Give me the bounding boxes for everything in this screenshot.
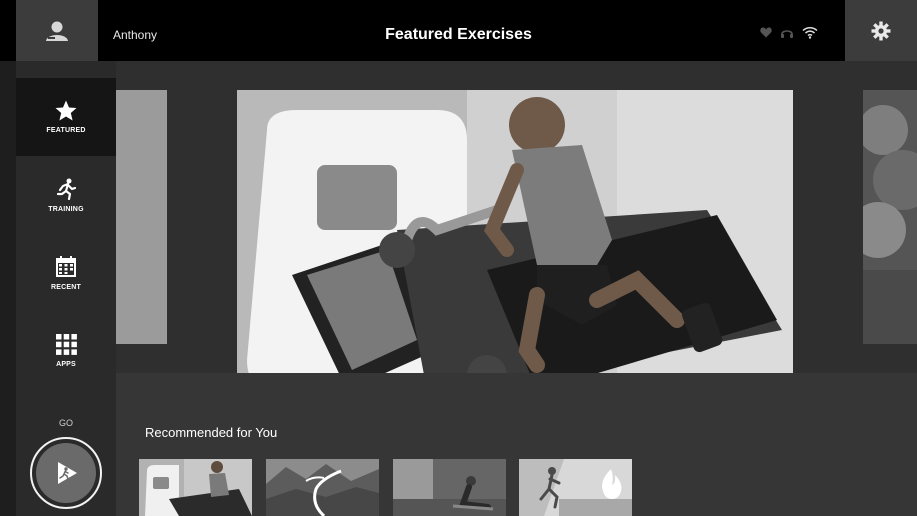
recommended-item[interactable] [393,459,506,516]
running-flame-thumb [519,459,632,516]
treadmill-runner-thumb [139,459,252,516]
recommended-item[interactable] [519,459,632,516]
play-runner-icon [58,462,77,484]
sidebar: FEATURED TRAINING RECENT APPS GO [16,61,116,516]
go-label: GO [58,418,73,428]
gear-icon [871,21,891,40]
sidebar-item-recent[interactable]: RECENT [16,234,116,312]
treadmill-runner-image [237,90,793,391]
heart-icon [760,27,772,38]
left-edge [0,61,16,516]
settings-button[interactable] [845,0,917,61]
runner-icon [56,178,76,200]
sidebar-item-featured[interactable]: FEATURED [16,78,116,156]
side-slide-left[interactable] [116,90,167,344]
featured-carousel [116,61,917,391]
recommended-item[interactable] [266,459,379,516]
sidebar-item-label: FEATURED [46,127,86,134]
sidebar-item-label: TRAINING [48,205,84,213]
sidebar-item-label: RECENT [51,283,81,291]
recommended-item[interactable] [139,459,252,516]
featured-slide-main[interactable] [237,90,793,391]
side-slide-right-forest [863,90,917,344]
apps-grid-icon [55,334,77,355]
calendar-icon [56,255,76,277]
mountain-trail-thumb [266,459,379,516]
sidebar-item-apps[interactable]: APPS [16,312,116,390]
top-bar: Anthony Featured Exercises [0,0,917,61]
headphones-icon [781,29,793,38]
side-slide-right[interactable] [863,90,917,344]
seated-stretch-thumb [393,459,506,516]
go-button-inner [36,443,96,503]
go-button[interactable] [30,437,102,509]
recommended-title: Recommended for You [145,425,278,440]
recommended-section: Recommended for You [116,373,917,516]
status-icons [760,26,818,39]
sidebar-item-training[interactable]: TRAINING [16,156,116,234]
star-icon [55,100,77,121]
sidebar-item-label: APPS [56,361,76,368]
wifi-icon [802,26,818,39]
